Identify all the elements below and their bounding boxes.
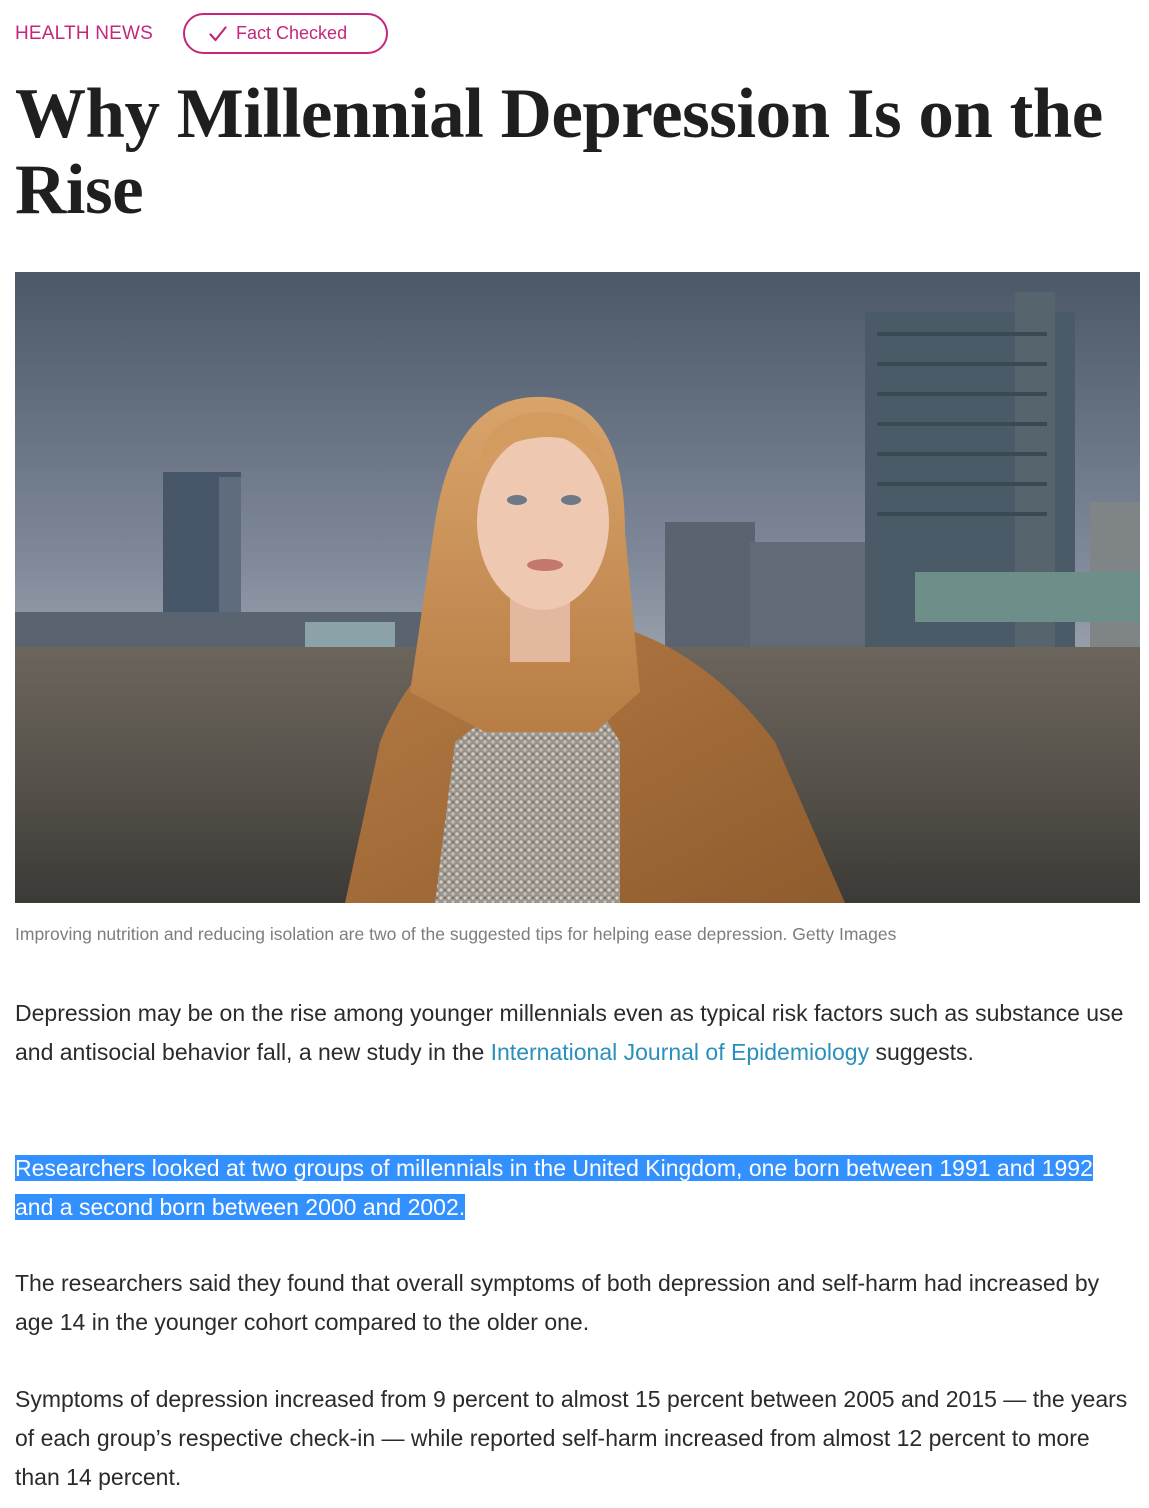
hero-image [15, 272, 1140, 903]
article-title: Why Millennial Depression Is on the Rise [15, 75, 1103, 229]
selected-text: Researchers looked at two groups of mill… [15, 1155, 1093, 1220]
article-paragraph-2: Researchers looked at two groups of mill… [15, 1149, 1130, 1227]
checkmark-icon [209, 25, 227, 41]
article-paragraph-1: Depression may be on the rise among youn… [15, 994, 1130, 1072]
fact-checked-label: Fact Checked [236, 23, 348, 43]
article-paragraph-3: The researchers said they found that ove… [15, 1270, 1100, 1335]
fact-checked-badge[interactable]: Fact Checked [183, 13, 389, 54]
hero-photo [15, 272, 1140, 903]
article-paragraph-4: Symptoms of depression increased from 9 … [15, 1386, 1128, 1490]
journal-link[interactable]: International Journal of Epidemiology [491, 1039, 869, 1065]
article-header: HEALTH NEWS Fact Checked [15, 11, 389, 56]
category-label[interactable]: HEALTH NEWS [15, 24, 153, 43]
paragraph-text: suggests. [869, 1039, 974, 1065]
image-caption: Improving nutrition and reducing isolati… [15, 924, 897, 944]
